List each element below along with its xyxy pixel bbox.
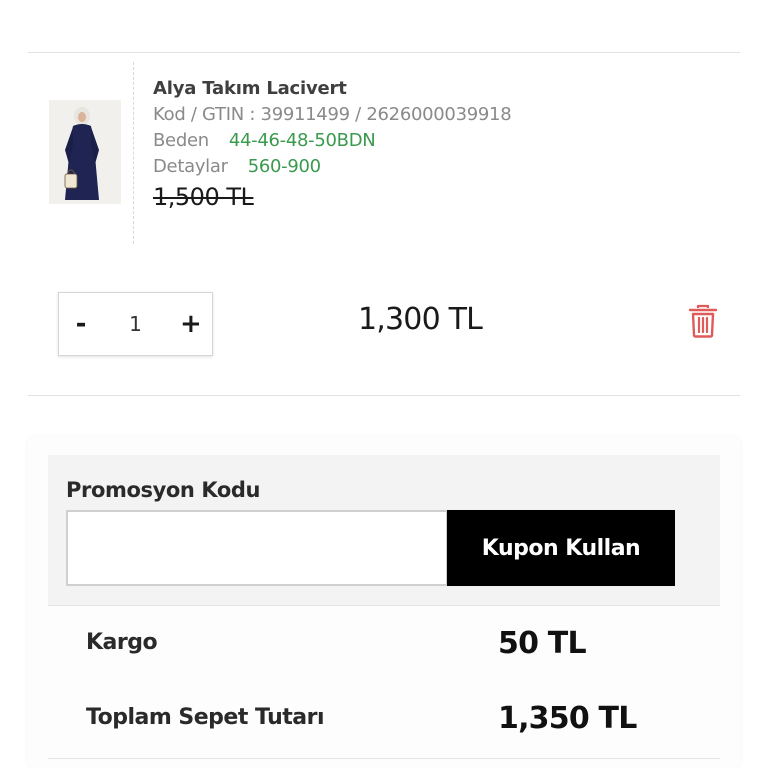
size-value: 44-46-48-50BDN	[228, 130, 376, 151]
apply-coupon-button[interactable]: Kupon Kullan	[447, 510, 675, 586]
shipping-value: 50 TL	[498, 626, 587, 661]
top-divider	[28, 52, 740, 53]
product-size: Beden 44-46-48-50BDN	[153, 130, 511, 151]
details-value: 560-900	[247, 156, 321, 177]
quantity-input[interactable]	[105, 312, 166, 336]
item-price: 1,300 TL	[358, 302, 483, 337]
product-name[interactable]: Alya Takım Lacivert	[153, 78, 511, 99]
shipping-label: Kargo	[86, 630, 158, 655]
total-label: Toplam Sepet Tutarı	[86, 705, 325, 730]
product-info: Alya Takım Lacivert Kod / GTIN : 3991149…	[153, 78, 512, 211]
product-separator	[133, 62, 134, 244]
promo-divider	[48, 605, 720, 606]
details-label: Detaylar	[153, 156, 228, 177]
item-divider	[28, 395, 740, 396]
product-image[interactable]	[49, 100, 121, 204]
old-price: 1,500 TL	[153, 183, 254, 211]
quantity-stepper: - +	[58, 292, 213, 356]
promo-label: Promosyon Kodu	[66, 478, 261, 502]
increment-button[interactable]: +	[180, 309, 202, 339]
decrement-button[interactable]: -	[71, 309, 91, 339]
product-code: Kod / GTIN : 39911499 / 2626000039918	[153, 104, 512, 125]
promo-code-input[interactable]	[66, 510, 448, 586]
total-value: 1,350 TL	[498, 701, 637, 736]
product-photo-icon	[49, 100, 121, 204]
size-label: Beden	[153, 130, 209, 151]
total-divider	[48, 758, 720, 759]
product-details: Detaylar 560-900	[153, 156, 511, 177]
trash-icon	[688, 304, 718, 338]
delete-button[interactable]	[688, 304, 718, 338]
